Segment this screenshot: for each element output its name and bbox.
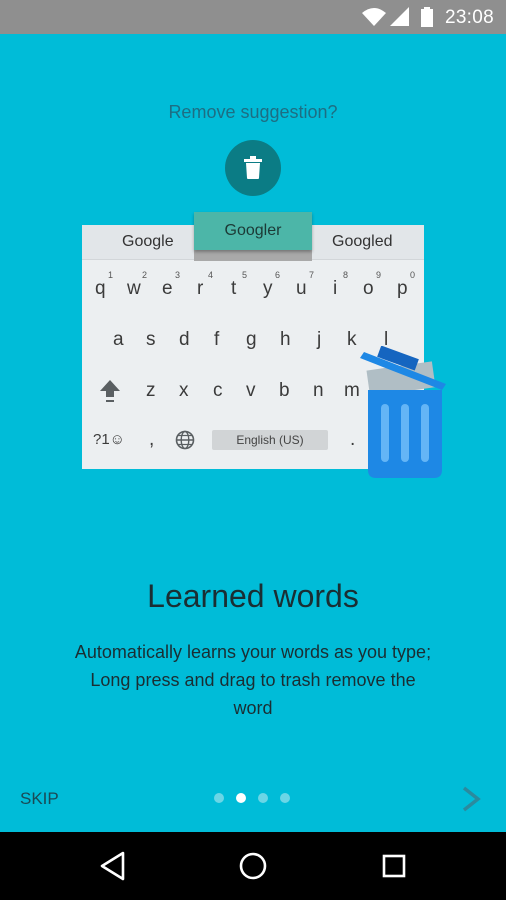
key-hint: 2: [142, 270, 148, 280]
key-n[interactable]: n: [313, 380, 324, 402]
key-q[interactable]: q: [95, 278, 106, 300]
navigation-bar: [0, 832, 506, 900]
key-k[interactable]: k: [347, 329, 357, 351]
key-h[interactable]: h: [280, 329, 291, 351]
shift-icon[interactable]: [99, 379, 121, 403]
back-icon[interactable]: [98, 850, 126, 882]
remove-suggestion-title: Remove suggestion?: [168, 102, 338, 122]
skip-button[interactable]: SKIP: [20, 789, 59, 809]
key-f[interactable]: f: [214, 329, 219, 351]
onboarding-headline: Learned words: [147, 578, 359, 614]
battery-icon: [421, 7, 433, 27]
status-bar: 23:08: [0, 0, 506, 34]
key-p[interactable]: p: [397, 278, 408, 300]
key-s[interactable]: s: [146, 329, 156, 351]
page-dot: [258, 793, 268, 803]
key-a[interactable]: a: [113, 329, 124, 351]
key-hint: 3: [175, 270, 181, 280]
page-dot: [214, 793, 224, 803]
key-e[interactable]: e: [162, 278, 173, 300]
key-d[interactable]: d: [179, 329, 190, 351]
key-hint: 0: [410, 270, 416, 280]
key-hint: 4: [208, 270, 214, 280]
key-hint: 5: [242, 270, 248, 280]
trash-can-icon: [360, 346, 446, 478]
key-x[interactable]: x: [179, 380, 189, 402]
signal-icon: [390, 7, 409, 26]
description-line: Automatically learns your words as you t…: [74, 642, 432, 662]
key-b[interactable]: b: [279, 380, 290, 402]
key-i[interactable]: i: [333, 278, 337, 300]
suggestion-shadow: [194, 249, 312, 261]
page-dot: [280, 793, 290, 803]
key-hint: 9: [376, 270, 382, 280]
key-c[interactable]: c: [213, 380, 223, 402]
onboarding-description: Automatically learns your words as you t…: [40, 638, 466, 722]
trash-icon: [244, 156, 262, 179]
recents-icon[interactable]: [381, 850, 407, 882]
key-r[interactable]: r: [197, 278, 203, 300]
key-g[interactable]: g: [246, 329, 257, 351]
suggestion-googled[interactable]: Googled: [332, 233, 393, 251]
key-period[interactable]: .: [350, 429, 355, 451]
key-hint: 6: [275, 270, 281, 280]
key-comma[interactable]: ,: [149, 429, 154, 451]
key-v[interactable]: v: [246, 380, 256, 402]
key-t[interactable]: t: [231, 278, 236, 300]
globe-icon[interactable]: [175, 430, 195, 450]
wifi-icon: [362, 8, 386, 26]
key-hint: 1: [108, 270, 114, 280]
page-dot-active: [236, 793, 246, 803]
key-j[interactable]: j: [317, 329, 321, 351]
chevron-right-icon[interactable]: [460, 786, 482, 812]
suggestion-googler-dragged[interactable]: Googler: [194, 212, 312, 250]
key-z[interactable]: z: [146, 380, 156, 402]
key-o[interactable]: o: [363, 278, 374, 300]
key-hint: 7: [309, 270, 315, 280]
key-m[interactable]: m: [344, 380, 360, 402]
description-line: word: [233, 698, 273, 718]
status-time: 23:08: [444, 7, 494, 28]
symbols-key[interactable]: ?1☺: [93, 431, 125, 448]
key-u[interactable]: u: [296, 278, 307, 300]
key-w[interactable]: w: [127, 278, 141, 300]
key-hint: 8: [343, 270, 349, 280]
home-icon[interactable]: [238, 850, 268, 882]
remove-suggestion-button[interactable]: [225, 140, 281, 196]
description-line: Long press and drag to trash remove the: [90, 670, 416, 690]
suggestion-google[interactable]: Google: [122, 233, 174, 251]
key-y[interactable]: y: [263, 278, 273, 300]
space-key[interactable]: English (US): [212, 430, 328, 450]
